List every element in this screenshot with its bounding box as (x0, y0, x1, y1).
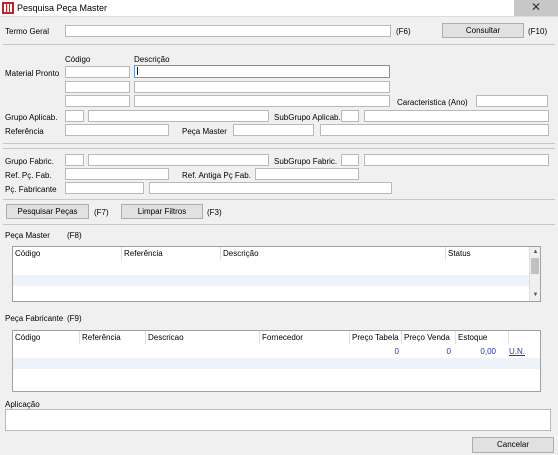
col-referencia-header[interactable]: Referência (122, 247, 221, 260)
material-descricao-input-3[interactable] (134, 95, 390, 107)
peca-master-grid[interactable]: Código Referência Descrição Status ▲ ▼ (12, 246, 541, 302)
col-referencia-header[interactable]: Referência (80, 331, 146, 344)
ref-pc-fab-input[interactable] (65, 168, 169, 180)
subgrupo-fabric-desc-input[interactable] (364, 154, 549, 166)
scroll-up-icon[interactable]: ▲ (531, 248, 540, 257)
pesquisar-shortcut: (F7) (94, 208, 109, 217)
material-pronto-label: Material Pronto (5, 69, 60, 78)
window-title: Pesquisa Peça Master (17, 3, 108, 13)
codigo-header: Código (65, 55, 91, 64)
peca-master-grid-title: Peça Master (5, 231, 50, 240)
col-descricao-header[interactable]: Descricao (146, 331, 260, 344)
grupo-fabric-label: Grupo Fabric. (5, 157, 54, 166)
grupo-aplic-code-input[interactable] (65, 110, 84, 122)
termo-geral-label: Termo Geral (5, 27, 50, 36)
material-descricao-input-2[interactable] (134, 81, 390, 93)
ref-antiga-input[interactable] (255, 168, 359, 180)
peca-master-label: Peça Master (182, 127, 227, 136)
subgrupo-aplic-label: SubGrupo Aplicab. (274, 113, 341, 122)
app-icon (2, 2, 14, 14)
caracteristica-input[interactable] (476, 95, 548, 107)
separator (3, 199, 555, 200)
pesquisar-pecas-button[interactable]: Pesquisar Peças (6, 204, 89, 219)
close-icon: ✕ (530, 0, 542, 14)
peca-master-code-input[interactable] (233, 124, 314, 136)
table-row[interactable] (13, 275, 529, 286)
ref-antiga-label: Ref. Antiga Pç Fab. (182, 171, 251, 180)
grupo-fabric-code-input[interactable] (65, 154, 84, 166)
col-estoque-header[interactable]: Estoque (456, 331, 509, 344)
limpar-shortcut: (F3) (207, 208, 222, 217)
aplicacao-textarea[interactable] (5, 409, 551, 431)
grupo-aplic-label: Grupo Aplicab. (5, 113, 58, 122)
limpar-filtros-button[interactable]: Limpar Filtros (121, 204, 203, 219)
col-preco-tabela-header[interactable]: Preço Tabela (350, 331, 402, 344)
referencia-label: Referência (5, 127, 44, 136)
pc-fabricante-desc-input[interactable] (149, 182, 392, 194)
col-status-header[interactable]: Status (446, 247, 529, 260)
material-codigo-input-2[interactable] (65, 81, 130, 93)
total-estoque: 0,00 (480, 347, 496, 356)
subgrupo-fabric-code-input[interactable] (341, 154, 359, 166)
separator (3, 143, 555, 144)
title-bar: Pesquisa Peça Master ✕ (0, 0, 558, 17)
grupo-fabric-desc-input[interactable] (88, 154, 269, 166)
total-preco-venda: 0 (446, 347, 451, 356)
peca-master-grid-shortcut: (F8) (67, 231, 82, 240)
termo-geral-input[interactable] (65, 25, 391, 37)
pc-fabricante-code-input[interactable] (65, 182, 144, 194)
total-preco-tabela: 0 (394, 347, 399, 356)
descricao-header: Descrição (134, 55, 170, 64)
close-button[interactable]: ✕ (514, 0, 558, 16)
separator (3, 44, 555, 45)
col-codigo-header[interactable]: Código (13, 247, 122, 260)
caracteristica-label: Caracteristica (Ano) (397, 98, 468, 107)
termo-shortcut: (F6) (396, 27, 411, 36)
consultar-shortcut: (F10) (528, 27, 548, 36)
cancelar-button[interactable]: Cancelar (472, 437, 554, 453)
unidade-link[interactable]: U.N. (509, 346, 525, 357)
ref-pc-fab-label: Ref. Pç. Fab. (5, 171, 52, 180)
peca-fabricante-grid-shortcut: (F9) (67, 314, 82, 323)
peca-fabricante-grid-title: Peça Fabricante (5, 314, 64, 323)
col-codigo-header[interactable]: Código (13, 331, 80, 344)
separator (3, 224, 555, 225)
scroll-down-icon[interactable]: ▼ (531, 291, 540, 300)
col-fornecedor-header[interactable]: Fornecedor (260, 331, 350, 344)
material-codigo-input[interactable] (65, 66, 130, 78)
subgrupo-aplic-desc-input[interactable] (364, 110, 549, 122)
col-preco-venda-header[interactable]: Preço Venda (402, 331, 456, 344)
consultar-button[interactable]: Consultar (442, 23, 524, 38)
scroll-thumb[interactable] (531, 258, 539, 274)
referencia-input[interactable] (65, 124, 169, 136)
material-codigo-input-3[interactable] (65, 95, 130, 107)
peca-fabricante-grid[interactable]: Código Referência Descricao Fornecedor P… (12, 330, 541, 392)
subgrupo-fabric-label: SubGrupo Fabric. (274, 157, 338, 166)
separator (3, 148, 555, 149)
pc-fabricante-label: Pç. Fabricante (5, 185, 57, 194)
subgrupo-aplic-code-input[interactable] (341, 110, 359, 122)
grupo-aplic-desc-input[interactable] (88, 110, 269, 122)
col-descricao-header[interactable]: Descrição (221, 247, 446, 260)
table-row[interactable] (13, 358, 540, 369)
vertical-scrollbar[interactable]: ▲ ▼ (529, 247, 540, 301)
peca-master-desc-input[interactable] (320, 124, 549, 136)
material-descricao-input[interactable] (134, 65, 390, 78)
